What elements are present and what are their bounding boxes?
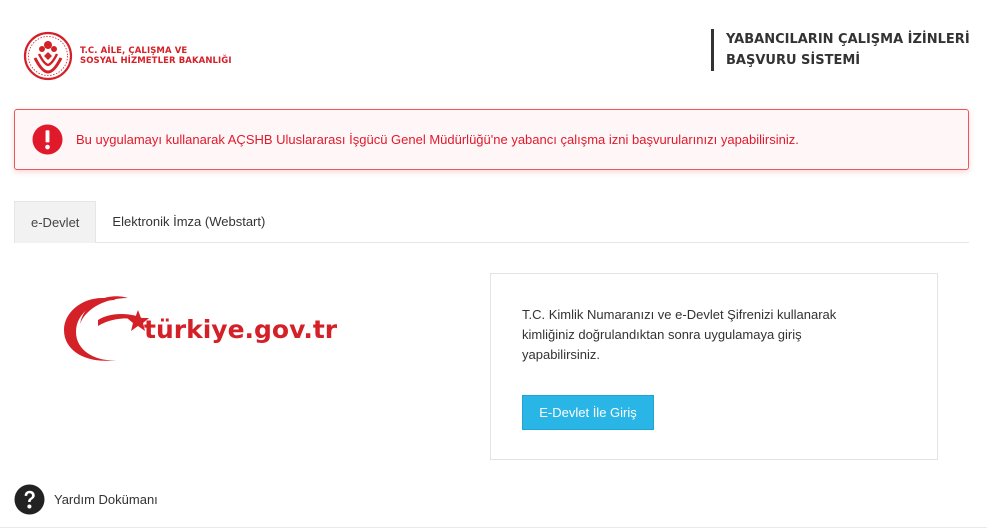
edevlet-logo-text: türkiye.gov.tr	[144, 315, 338, 344]
ministry-name: T.C. AİLE, ÇALIŞMA VE SOSYAL HİZMETLER B…	[80, 46, 232, 66]
ministry-logo[interactable]: T.C. AİLE, ÇALIŞMA VE SOSYAL HİZMETLER B…	[22, 28, 242, 84]
ministry-name-line1: T.C. AİLE, ÇALIŞMA VE	[80, 46, 188, 56]
exclamation-circle-icon	[32, 124, 63, 155]
tab-electronic-signature[interactable]: Elektronik İmza (Webstart)	[96, 201, 281, 243]
login-description: T.C. Kimlik Numaranızı ve e-Devlet Şifre…	[522, 307, 837, 362]
edevlet-login-panel: T.C. Kimlik Numaranızı ve e-Devlet Şifre…	[490, 273, 938, 460]
turkiye-gov-tr-logo: türkiye.gov.tr	[64, 296, 338, 361]
question-circle-icon	[14, 483, 45, 515]
help-document-link[interactable]: Yardım Dokümanı	[14, 483, 158, 515]
login-tabs: e-Devlet Elektronik İmza (Webstart)	[14, 201, 969, 243]
system-title-line2: BAŞVURU SİSTEMİ	[726, 53, 861, 68]
help-document-label: Yardım Dokümanı	[54, 491, 158, 507]
page-header: T.C. AİLE, ÇALIŞMA VE SOSYAL HİZMETLER B…	[0, 0, 987, 100]
alert-message: Bu uygulamayı kullanarak AÇSHB Uluslarar…	[76, 132, 799, 147]
ministry-name-line2: SOSYAL HİZMETLER BAKANLIĞI	[80, 56, 232, 66]
ministry-emblem-icon	[23, 31, 73, 81]
system-title: YABANCILARIN ÇALIŞMA İZİNLERİ BAŞVURU Sİ…	[711, 29, 970, 71]
page-divider	[0, 527, 987, 528]
info-alert: Bu uygulamayı kullanarak AÇSHB Uluslarar…	[14, 109, 969, 170]
system-title-line1: YABANCILARIN ÇALIŞMA İZİNLERİ	[726, 32, 970, 47]
tab-edevlet[interactable]: e-Devlet	[14, 201, 97, 243]
edevlet-login-button[interactable]: E-Devlet İle Giriş	[522, 395, 654, 430]
